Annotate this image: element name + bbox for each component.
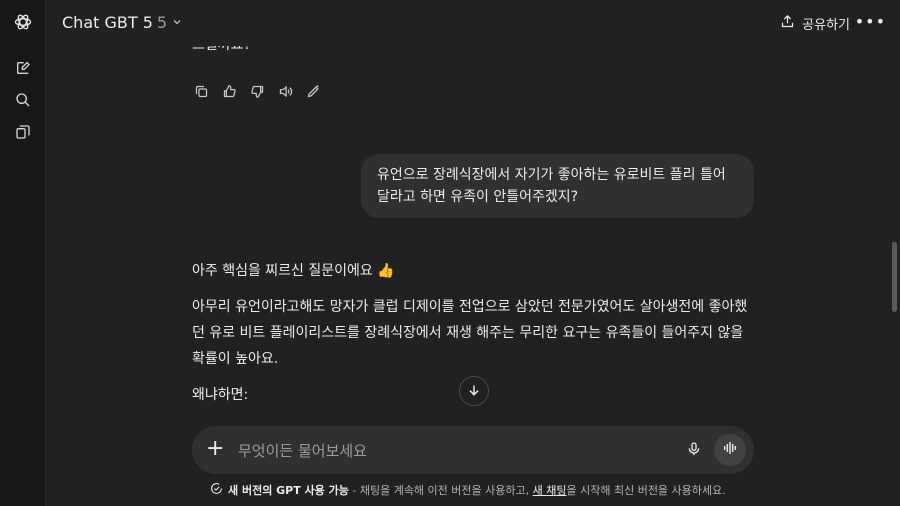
new-chat-link[interactable]: 새 채팅 — [533, 484, 567, 497]
more-options-icon[interactable]: ••• — [855, 12, 886, 31]
thumbs-up-icon[interactable] — [220, 82, 238, 100]
answer-paragraph-2: 아무리 유언이라고해도 망자가 클럽 디제이를 전업으로 삼았던 전문가였어도 … — [192, 299, 748, 367]
user-message: 유언으로 장례식장에서 자기가 좋아하는 유로비트 플리 틀어달라고 하면 유족… — [361, 154, 754, 218]
sidebar — [0, 0, 46, 506]
notice-text-1: - 채팅을 계속해 이전 버전을 사용하고, — [348, 484, 533, 497]
message-actions — [192, 82, 322, 100]
top-bar: Chat GBT 5 5 공유하기 ••• — [46, 0, 900, 46]
waveform-icon — [722, 440, 738, 460]
share-icon — [780, 14, 795, 33]
version-notice: 새 버전의 GPT 사용 가능 - 채팅을 계속해 이전 버전을 사용하고, 새… — [210, 482, 726, 498]
notice-text-2: 을 시작해 최신 버전을 사용하세요. — [566, 484, 726, 497]
read-aloud-icon[interactable] — [276, 82, 294, 100]
scrollbar[interactable] — [892, 242, 897, 312]
chevron-down-icon — [171, 13, 183, 32]
model-name: Chat GBT 5 — [62, 13, 153, 32]
new-chat-icon[interactable] — [13, 58, 33, 78]
arrow-down-icon — [467, 382, 481, 401]
microphone-icon[interactable] — [686, 440, 702, 462]
thumbs-down-icon[interactable] — [248, 82, 266, 100]
message-composer: + 무엇이든 물어보세요 — [192, 426, 754, 474]
edit-icon[interactable] — [304, 82, 322, 100]
scroll-down-button[interactable] — [459, 376, 489, 406]
share-label: 공유하기 — [802, 18, 850, 33]
model-version: 5 — [156, 13, 168, 32]
openai-logo-icon[interactable] — [13, 12, 33, 32]
share-button[interactable]: 공유하기 — [780, 14, 850, 33]
copy-icon[interactable] — [192, 82, 210, 100]
sparkle-chat-icon — [210, 482, 223, 498]
answer-paragraph-1: 아주 핵심을 찌르신 질문이에요 👍 — [192, 263, 395, 279]
library-icon[interactable] — [13, 122, 33, 142]
composer-input[interactable]: 무엇이든 물어보세요 — [238, 440, 367, 461]
previous-message-tail: 드릴까요? — [192, 46, 251, 54]
plus-icon[interactable]: + — [206, 437, 224, 461]
model-selector[interactable]: Chat GBT 5 5 — [62, 13, 183, 32]
voice-mode-button[interactable] — [714, 434, 746, 466]
notice-bold: 새 버전의 GPT 사용 가능 — [228, 484, 349, 497]
search-icon[interactable] — [13, 90, 33, 110]
